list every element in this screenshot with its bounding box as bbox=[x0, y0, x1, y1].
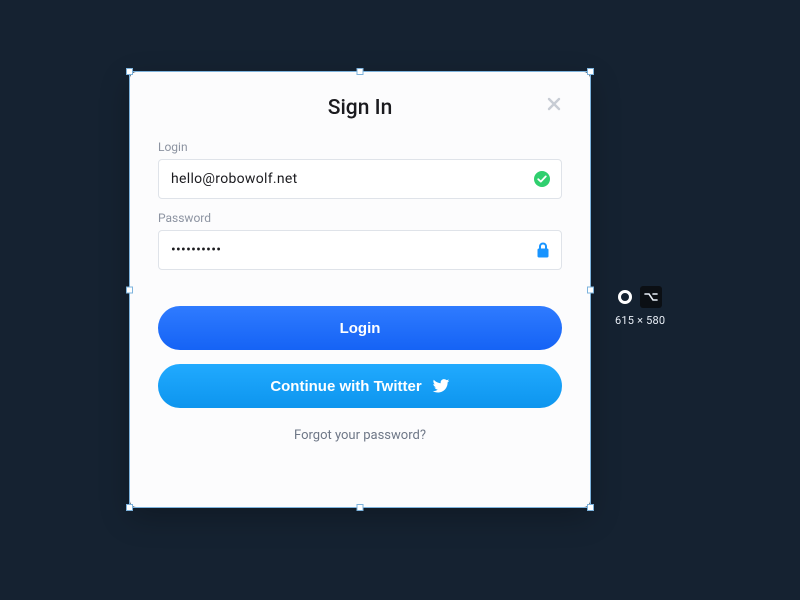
selection-dimensions: 615 × 580 bbox=[615, 314, 665, 327]
option-key-chip[interactable] bbox=[640, 286, 662, 308]
twitter-icon bbox=[432, 377, 450, 395]
password-label: Password bbox=[158, 211, 562, 225]
close-button[interactable] bbox=[542, 92, 566, 116]
option-key-icon bbox=[644, 292, 658, 302]
dialog-header: Sign In bbox=[158, 90, 562, 126]
login-button-label: Login bbox=[340, 320, 381, 337]
login-input-wrap bbox=[158, 159, 562, 199]
forgot-password-link[interactable]: Forgot your password? bbox=[158, 428, 562, 443]
valid-icon bbox=[533, 170, 551, 188]
password-field: Password bbox=[158, 211, 562, 270]
dialog-title: Sign In bbox=[328, 96, 393, 120]
signin-dialog: Sign In Login Password bbox=[130, 72, 590, 507]
login-field: Login bbox=[158, 140, 562, 199]
ring-icon[interactable] bbox=[618, 290, 632, 304]
password-input-wrap bbox=[158, 230, 562, 270]
lock-icon bbox=[535, 241, 551, 259]
login-input[interactable] bbox=[159, 160, 561, 198]
selection-bounds[interactable]: Sign In Login Password bbox=[130, 72, 590, 507]
close-icon bbox=[546, 96, 562, 112]
editor-toolbar: 615 × 580 bbox=[615, 286, 665, 327]
toolbar-icons bbox=[618, 286, 662, 308]
twitter-button[interactable]: Continue with Twitter bbox=[158, 364, 562, 408]
login-button[interactable]: Login bbox=[158, 306, 562, 350]
login-label: Login bbox=[158, 140, 562, 154]
password-input[interactable] bbox=[159, 231, 561, 269]
twitter-button-label: Continue with Twitter bbox=[270, 378, 421, 395]
